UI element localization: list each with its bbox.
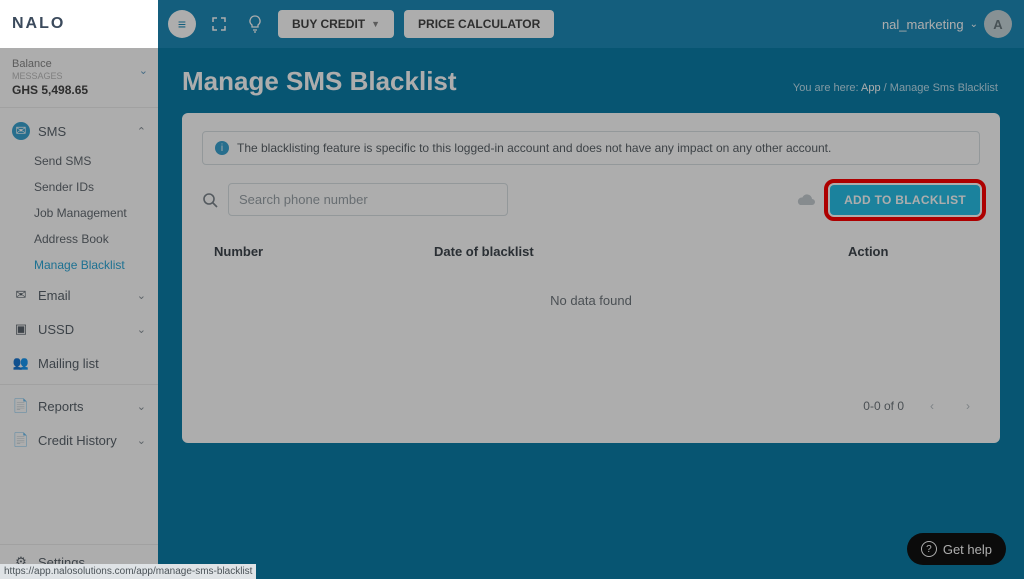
breadcrumb: You are here: App / Manage Sms Blacklist (793, 82, 998, 94)
search-icon (202, 192, 218, 208)
col-number: Number (214, 244, 434, 259)
nav-sms-label: SMS (38, 124, 66, 139)
balance-label: Balance (12, 58, 146, 70)
chevron-down-icon: ⌄ (139, 64, 148, 77)
username: nal_marketing (882, 17, 964, 32)
col-date: Date of blacklist (434, 244, 848, 259)
prev-page-button[interactable]: ‹ (924, 395, 940, 417)
nav-mailing[interactable]: 👥 Mailing list (0, 346, 158, 380)
user-menu[interactable]: nal_marketing ⌄ A (882, 10, 1012, 38)
info-icon: i (215, 141, 229, 155)
nav-ussd[interactable]: ▣ USSD ⌄ (0, 312, 158, 346)
avatar: A (984, 10, 1012, 38)
nav-email[interactable]: ✉ Email ⌄ (0, 278, 158, 312)
nav-credit-history[interactable]: 📄 Credit History ⌄ (0, 423, 158, 457)
nav-manage-blacklist[interactable]: Manage Blacklist (34, 252, 158, 278)
caret-down-icon: ▼ (371, 19, 380, 29)
nav-send-sms[interactable]: Send SMS (34, 148, 158, 174)
col-action: Action (848, 244, 968, 259)
nav: ✉ SMS ⌃ Send SMS Sender IDs Job Manageme… (0, 108, 158, 463)
chevron-down-icon: ⌄ (137, 400, 146, 413)
ussd-icon: ▣ (12, 320, 30, 338)
balance-sublabel: MESSAGES (12, 71, 146, 81)
alert-text: The blacklisting feature is specific to … (237, 141, 831, 155)
chevron-down-icon: ⌄ (970, 19, 978, 30)
add-to-blacklist-button[interactable]: ADD TO BLACKLIST (830, 185, 980, 215)
buy-credit-button[interactable]: BUY CREDIT ▼ (278, 10, 394, 38)
nav-job-management[interactable]: Job Management (34, 200, 158, 226)
toolbar: ADD TO BLACKLIST (202, 183, 980, 216)
nav-sms-sub: Send SMS Sender IDs Job Management Addre… (0, 148, 158, 278)
fullscreen-icon[interactable] (206, 11, 232, 37)
mailing-icon: 👥 (12, 354, 30, 372)
nav-sms[interactable]: ✉ SMS ⌃ (0, 114, 158, 148)
next-page-button[interactable]: › (960, 395, 976, 417)
nav-reports-label: Reports (38, 399, 84, 414)
get-help-button[interactable]: ? Get help (907, 533, 1006, 565)
chevron-down-icon: ⌄ (137, 434, 146, 447)
main-card: i The blacklisting feature is specific t… (182, 113, 1000, 443)
chevron-down-icon: ⌄ (137, 289, 146, 302)
history-icon: 📄 (12, 431, 30, 449)
info-alert: i The blacklisting feature is specific t… (202, 131, 980, 165)
buy-credit-label: BUY CREDIT (292, 17, 365, 31)
get-help-label: Get help (943, 542, 992, 557)
sidebar-toggle-button[interactable]: ≡ (168, 10, 196, 38)
brand-logo: NALO (0, 0, 158, 48)
pagination: 0-0 of 0 ‹ › (202, 389, 980, 423)
balance-widget[interactable]: Balance MESSAGES GHS 5,498.65 ⌄ (0, 48, 158, 108)
table-header: Number Date of blacklist Action (202, 244, 980, 259)
balance-value: GHS 5,498.65 (12, 83, 146, 97)
chevron-up-icon: ⌃ (137, 125, 146, 138)
nav-reports[interactable]: 📄 Reports ⌄ (0, 389, 158, 423)
breadcrumb-current: Manage Sms Blacklist (890, 82, 998, 94)
chevron-down-icon: ⌄ (137, 323, 146, 336)
sidebar: Balance MESSAGES GHS 5,498.65 ⌄ ✉ SMS ⌃ … (0, 48, 158, 579)
status-bar-url: https://app.nalosolutions.com/app/manage… (0, 564, 256, 579)
hint-icon[interactable] (242, 11, 268, 37)
mail-icon: ✉ (12, 286, 30, 304)
chat-icon: ✉ (12, 122, 30, 140)
brand-name: NALO (12, 15, 65, 33)
nav-email-label: Email (38, 288, 71, 303)
reports-icon: 📄 (12, 397, 30, 415)
blacklist-table: Number Date of blacklist Action No data … (202, 244, 980, 389)
empty-state: No data found (202, 259, 980, 342)
search-input[interactable] (228, 183, 508, 216)
nav-ussd-label: USSD (38, 322, 74, 337)
price-calculator-label: PRICE CALCULATOR (418, 17, 540, 31)
add-to-blacklist-label: ADD TO BLACKLIST (844, 193, 966, 207)
breadcrumb-app[interactable]: App (861, 82, 881, 94)
nav-sender-ids[interactable]: Sender IDs (34, 174, 158, 200)
download-icon[interactable] (796, 193, 816, 207)
nav-mailing-label: Mailing list (38, 356, 99, 371)
page-range: 0-0 of 0 (863, 399, 904, 413)
content: Manage SMS Blacklist You are here: App /… (158, 48, 1024, 579)
help-icon: ? (921, 541, 937, 557)
divider (0, 384, 158, 385)
nav-address-book[interactable]: Address Book (34, 226, 158, 252)
price-calculator-button[interactable]: PRICE CALCULATOR (404, 10, 554, 38)
nav-credit-history-label: Credit History (38, 433, 117, 448)
